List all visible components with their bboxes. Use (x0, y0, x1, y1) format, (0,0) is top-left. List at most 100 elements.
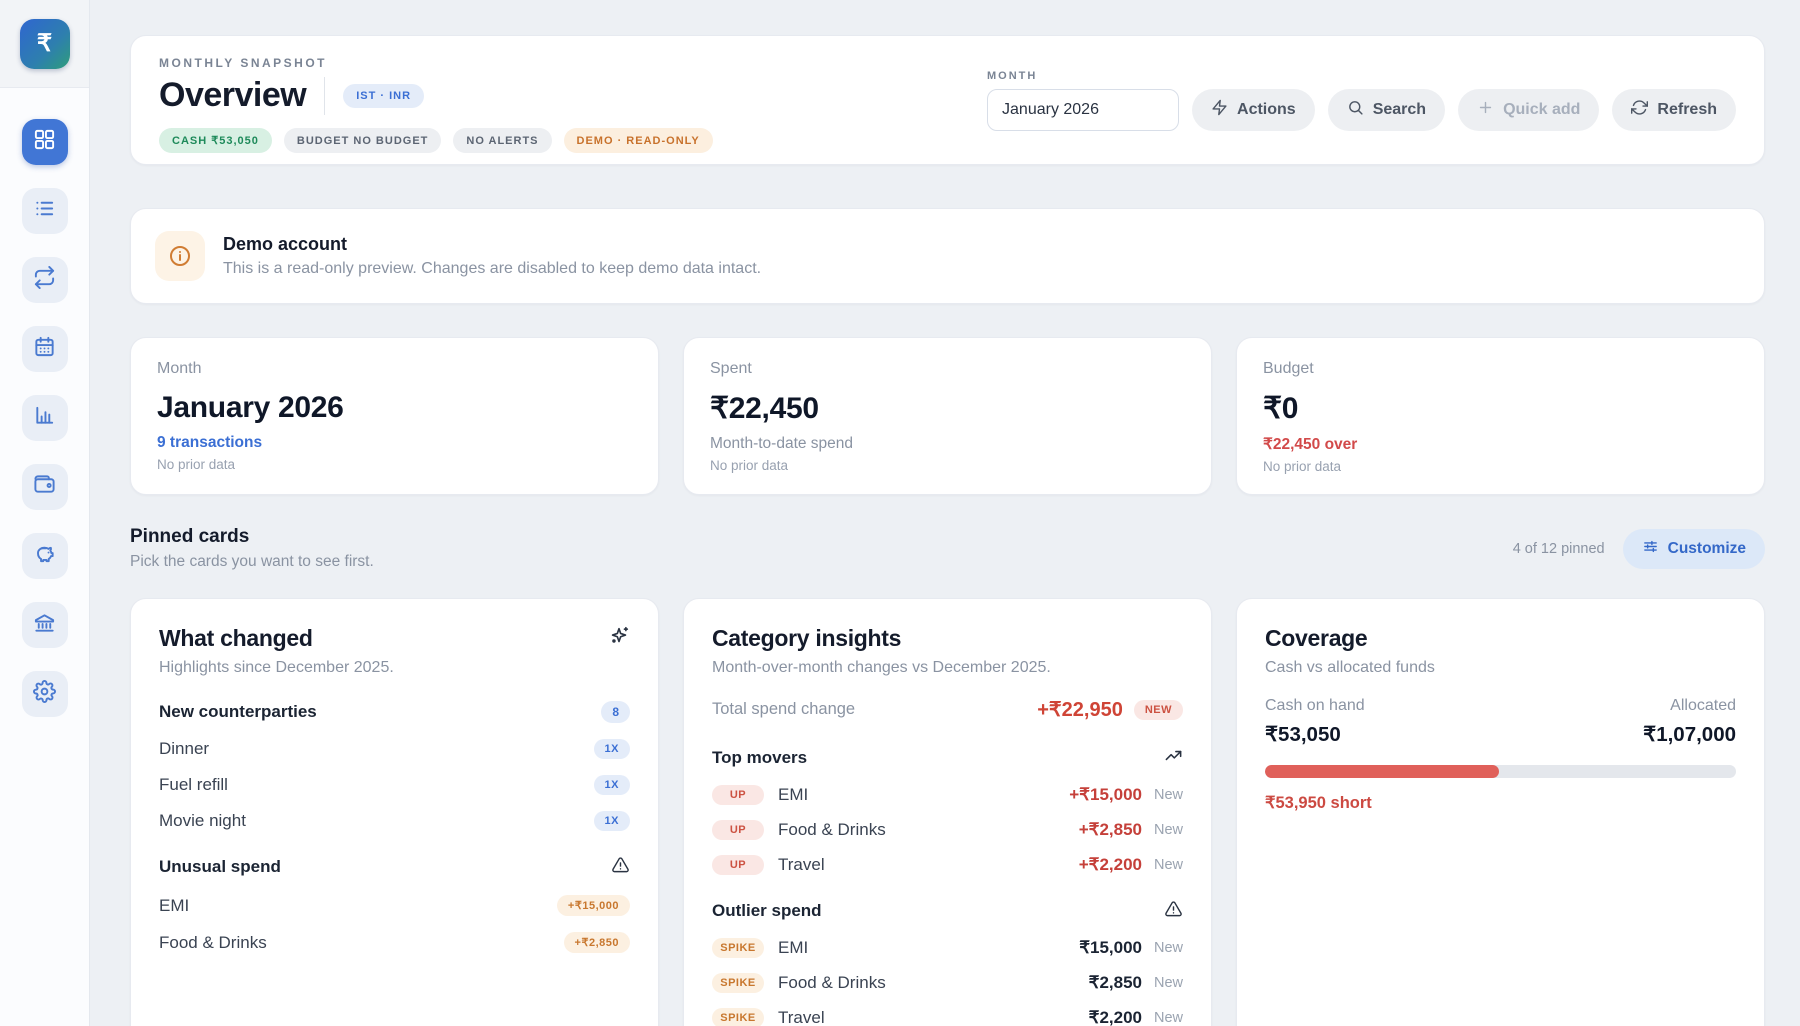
what-changed-subtitle: Highlights since December 2025. (159, 659, 630, 677)
month-field-label: MONTH (987, 70, 1736, 82)
logo-zone: ₹ (0, 0, 89, 88)
sidebar-item-transactions[interactable] (22, 188, 68, 234)
allocated-label: Allocated (1670, 697, 1736, 715)
refresh-button[interactable]: Refresh (1612, 89, 1736, 131)
up-badge: UP (712, 820, 764, 840)
scope-badge: IST · INR (343, 84, 424, 108)
list-item: SPIKE Food & Drinks ₹2,850 New (712, 973, 1183, 993)
sparkles-icon (608, 625, 630, 652)
coverage-progress-track (1265, 765, 1736, 778)
sidebar-item-recurring[interactable] (22, 257, 68, 303)
card-label: Budget (1263, 360, 1738, 378)
banner-text: Demo account This is a read-only preview… (223, 234, 761, 278)
demo-badge: DEMO · READ-ONLY (564, 128, 713, 153)
pinned-cards-header: Pinned cards Pick the cards you want to … (130, 526, 1765, 571)
sidebar-item-dashboard[interactable] (22, 119, 68, 165)
list-icon (33, 197, 56, 225)
warning-triangle-icon (1164, 899, 1183, 923)
transactions-link[interactable]: 9 transactions (157, 434, 632, 452)
dashboard-grid-icon (33, 128, 56, 156)
outlier-spend-heading: Outlier spend (712, 901, 822, 921)
banner-title: Demo account (223, 234, 761, 255)
list-item: EMI +₹15,000 (159, 895, 630, 916)
frequency-badge: 1X (594, 775, 630, 795)
repeat-arrows-icon (33, 266, 56, 294)
demo-banner: Demo account This is a read-only preview… (130, 208, 1765, 304)
up-badge: UP (712, 855, 764, 875)
category-insights-card: Category insights Month-over-month chang… (683, 598, 1212, 1026)
card-label: Month (157, 360, 632, 378)
actions-button[interactable]: Actions (1192, 89, 1315, 131)
up-badge: UP (712, 785, 764, 805)
lightning-icon (1211, 99, 1228, 121)
spike-badge: SPIKE (712, 938, 764, 958)
pinned-cards-row: What changed Highlights since December 2… (130, 598, 1765, 1026)
new-badge: NEW (1134, 700, 1183, 720)
what-changed-card: What changed Highlights since December 2… (130, 598, 659, 1026)
warning-triangle-icon (611, 855, 630, 879)
main-content: MONTHLY SNAPSHOT Overview IST · INR CASH… (90, 0, 1800, 1026)
sidebar-item-savings[interactable] (22, 533, 68, 579)
list-item: UP EMI +₹15,000 New (712, 785, 1183, 805)
info-icon (155, 231, 205, 281)
new-counterparties-heading: New counterparties (159, 702, 317, 722)
top-movers-heading: Top movers (712, 748, 807, 768)
title-divider (324, 77, 325, 115)
cash-on-hand-value: ₹53,050 (1265, 722, 1341, 747)
list-item: Food & Drinks +₹2,850 (159, 932, 630, 953)
header-left: MONTHLY SNAPSHOT Overview IST · INR CASH… (159, 56, 713, 144)
cash-on-hand-label: Cash on hand (1265, 697, 1365, 715)
budget-value: ₹0 (1263, 391, 1738, 426)
list-item: SPIKE EMI ₹15,000 New (712, 938, 1183, 958)
list-item: Movie night 1X (159, 811, 630, 831)
bank-building-icon (33, 611, 56, 639)
month-value: January 2026 (157, 391, 632, 425)
list-item: UP Food & Drinks +₹2,850 New (712, 820, 1183, 840)
customize-button[interactable]: Customize (1623, 529, 1765, 569)
banner-description: This is a read-only preview. Changes are… (223, 260, 761, 278)
search-button[interactable]: Search (1328, 89, 1445, 131)
unusual-spend-heading: Unusual spend (159, 857, 281, 877)
wallet-icon (33, 473, 56, 501)
pinned-count: 4 of 12 pinned (1513, 541, 1605, 557)
bar-chart-icon (33, 404, 56, 432)
pinned-subtitle: Pick the cards you want to see first. (130, 553, 374, 571)
spent-subtitle: Month-to-date spend (710, 435, 1185, 453)
month-input[interactable] (987, 89, 1179, 131)
frequency-badge: 1X (594, 811, 630, 831)
list-item: Fuel refill 1X (159, 775, 630, 795)
pinned-head-left: Pinned cards Pick the cards you want to … (130, 526, 374, 571)
page-header-card: MONTHLY SNAPSHOT Overview IST · INR CASH… (130, 35, 1765, 165)
amount-badge: +₹2,850 (564, 932, 630, 953)
counterparties-count-badge: 8 (601, 701, 630, 723)
list-item: UP Travel +₹2,200 New (712, 855, 1183, 875)
total-spend-change-label: Total spend change (712, 700, 855, 719)
app-logo-rupee-icon[interactable]: ₹ (20, 19, 70, 69)
budget-summary-card: Budget ₹0 ₹22,450 over No prior data (1236, 337, 1765, 495)
header-eyebrow: MONTHLY SNAPSHOT (159, 56, 713, 70)
coverage-progress-fill (1265, 765, 1499, 778)
what-changed-title: What changed (159, 625, 313, 652)
sidebar-item-wallet[interactable] (22, 464, 68, 510)
list-item: SPIKE Travel ₹2,200 New (712, 1008, 1183, 1026)
list-item: Dinner 1X (159, 739, 630, 759)
coverage-card: Coverage Cash vs allocated funds Cash on… (1236, 598, 1765, 1026)
spike-badge: SPIKE (712, 973, 764, 993)
budget-badge: BUDGET NO BUDGET (284, 128, 442, 153)
cash-badge: CASH ₹53,050 (159, 128, 272, 153)
page-title: Overview (159, 76, 306, 115)
sidebar-item-settings[interactable] (22, 671, 68, 717)
gear-icon (33, 680, 56, 708)
plus-icon (1477, 99, 1494, 121)
coverage-shortfall: ₹53,950 short (1265, 793, 1736, 813)
sidebar-item-reports[interactable] (22, 395, 68, 441)
sliders-icon (1642, 538, 1659, 560)
summary-cards: Month January 2026 9 transactions No pri… (130, 337, 1765, 495)
sidebar-item-bank[interactable] (22, 602, 68, 648)
prior-data-note: No prior data (1263, 459, 1738, 474)
frequency-badge: 1X (594, 739, 630, 759)
sidebar-item-calendar[interactable] (22, 326, 68, 372)
category-insights-title: Category insights (712, 625, 901, 652)
category-insights-subtitle: Month-over-month changes vs December 202… (712, 659, 1183, 677)
quick-add-button[interactable]: Quick add (1458, 89, 1599, 131)
